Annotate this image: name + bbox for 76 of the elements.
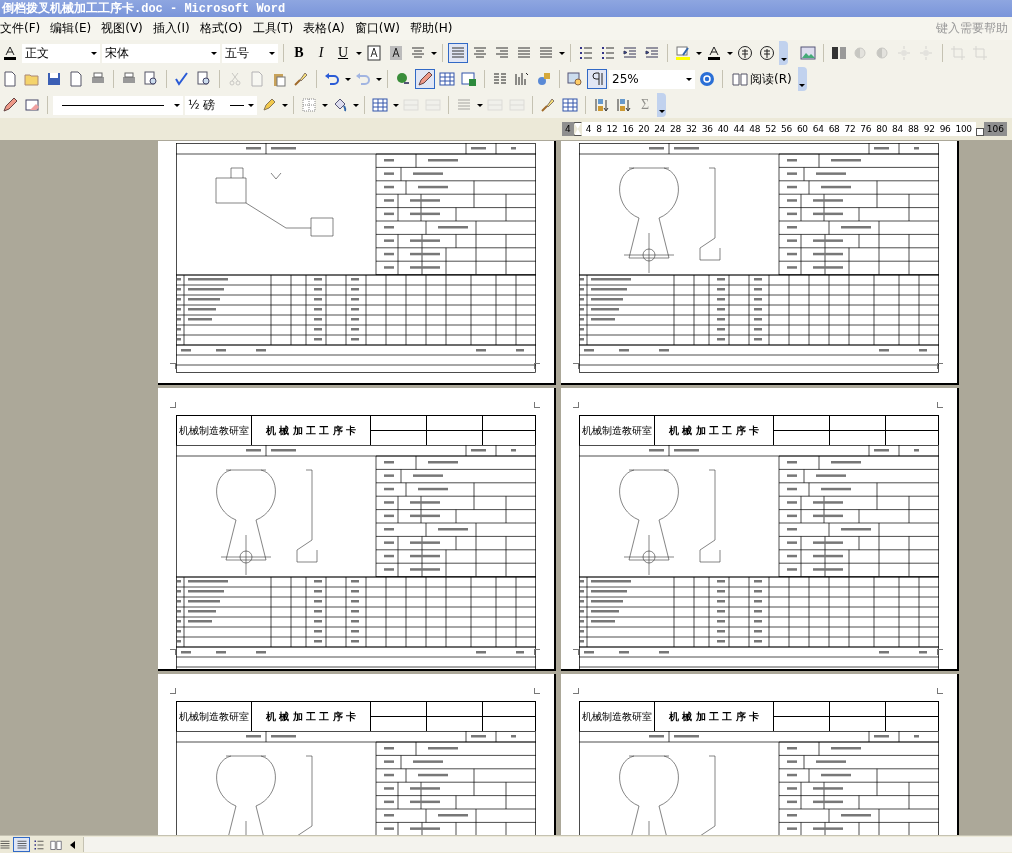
format-button[interactable]: U bbox=[333, 43, 353, 63]
document-map-icon[interactable] bbox=[565, 69, 585, 89]
dropdown[interactable] bbox=[53, 95, 183, 115]
format-button[interactable]: I bbox=[311, 43, 331, 63]
help-icon[interactable] bbox=[697, 69, 717, 89]
menu-item[interactable]: 帮助(H) bbox=[410, 20, 453, 37]
picture-icon[interactable] bbox=[798, 43, 818, 63]
menu-item[interactable]: 窗口(W) bbox=[354, 20, 401, 37]
ruler-number: 28 bbox=[670, 124, 681, 134]
ruler-number: 24 bbox=[654, 124, 666, 134]
read-button[interactable]: 阅读(R) bbox=[728, 69, 796, 89]
toolbar-options-button[interactable] bbox=[779, 41, 788, 65]
pencil-icon[interactable] bbox=[0, 95, 20, 115]
ruler-number: 96 bbox=[939, 124, 951, 134]
insert-table-icon[interactable] bbox=[437, 69, 457, 89]
ruler-number: 52 bbox=[765, 124, 777, 134]
print-layout-view-icon[interactable] bbox=[13, 837, 30, 852]
ruler-number: 56 bbox=[781, 124, 792, 134]
ruler-number: 8 bbox=[596, 124, 602, 134]
crop-mark bbox=[534, 402, 540, 408]
table-grid-icon[interactable] bbox=[370, 95, 390, 115]
dropdown[interactable]: 宋体 bbox=[102, 43, 220, 63]
ruler-number: 48 bbox=[749, 124, 761, 134]
menu-item[interactable]: 文件(F) bbox=[0, 20, 41, 37]
crop-mark bbox=[573, 688, 579, 694]
menu-item[interactable]: 编辑(E) bbox=[50, 20, 92, 37]
dropdown[interactable]: 正文 bbox=[22, 43, 100, 63]
toolbar-options-button[interactable] bbox=[657, 93, 666, 117]
menu-item[interactable]: 插入(I) bbox=[152, 20, 190, 37]
ruler-number: 40 bbox=[717, 124, 729, 134]
ruler-number: 84 bbox=[892, 124, 903, 134]
justify-lines-icon[interactable] bbox=[448, 43, 468, 63]
ruler-number: 60 bbox=[796, 124, 808, 134]
spreadsheet-icon[interactable] bbox=[459, 69, 479, 89]
ruler-number: 88 bbox=[907, 124, 919, 134]
menu-item[interactable]: 工具(T) bbox=[252, 20, 294, 37]
crop-mark bbox=[170, 402, 176, 408]
dropdown[interactable]: 25% bbox=[609, 69, 695, 89]
crop-mark bbox=[534, 688, 540, 694]
ruler-number: 100 bbox=[955, 124, 972, 134]
ruler-number: 16 bbox=[622, 124, 634, 134]
toolbar-options-button[interactable] bbox=[797, 67, 807, 91]
dropdown[interactable]: ½ 磅 bbox=[185, 95, 257, 115]
indent-marker-icon[interactable] bbox=[573, 122, 582, 136]
ruler-number: 36 bbox=[701, 124, 713, 134]
ruler-number: 92 bbox=[923, 124, 935, 134]
ruler-number: 32 bbox=[685, 124, 697, 134]
ruler-number: 64 bbox=[812, 124, 824, 134]
crop-mark bbox=[170, 688, 176, 694]
ruler-number: 76 bbox=[860, 124, 872, 134]
right-indent-marker-icon[interactable] bbox=[975, 128, 984, 136]
crop-mark bbox=[937, 688, 943, 694]
menu-item[interactable]: 格式(O) bbox=[199, 20, 243, 37]
dropdown[interactable]: 五号 bbox=[222, 43, 278, 63]
ruler-number: 106 bbox=[983, 122, 1007, 136]
ruler-number: 72 bbox=[844, 124, 856, 134]
ruler-number: 68 bbox=[828, 124, 840, 134]
paragraph-mark-icon[interactable] bbox=[587, 69, 607, 89]
ruler-number: 80 bbox=[876, 124, 888, 134]
boxed-letter-icon[interactable] bbox=[364, 43, 384, 63]
menu-item[interactable]: 表格(A) bbox=[303, 20, 345, 37]
crop-mark bbox=[573, 402, 579, 408]
window-title: 倒档拨叉机械加工工序卡.doc - Microsoft Word bbox=[2, 0, 286, 17]
table-pencil-icon[interactable] bbox=[415, 69, 435, 89]
scroll-left-arrow-icon[interactable] bbox=[70, 840, 75, 849]
highlighter-icon[interactable] bbox=[673, 43, 693, 63]
ruler-number: 4 bbox=[562, 122, 574, 136]
ruler-number: 20 bbox=[638, 124, 650, 134]
menu-item[interactable]: 视图(V) bbox=[101, 20, 143, 37]
ruler-number: 4 bbox=[585, 124, 592, 134]
open-book-icon bbox=[732, 71, 748, 87]
ruler-number: 12 bbox=[606, 124, 618, 134]
crop-mark bbox=[937, 402, 943, 408]
format-button[interactable]: B bbox=[289, 43, 309, 63]
ruler-number: 44 bbox=[733, 124, 745, 134]
horizontal-scrollbar[interactable] bbox=[83, 837, 1012, 852]
